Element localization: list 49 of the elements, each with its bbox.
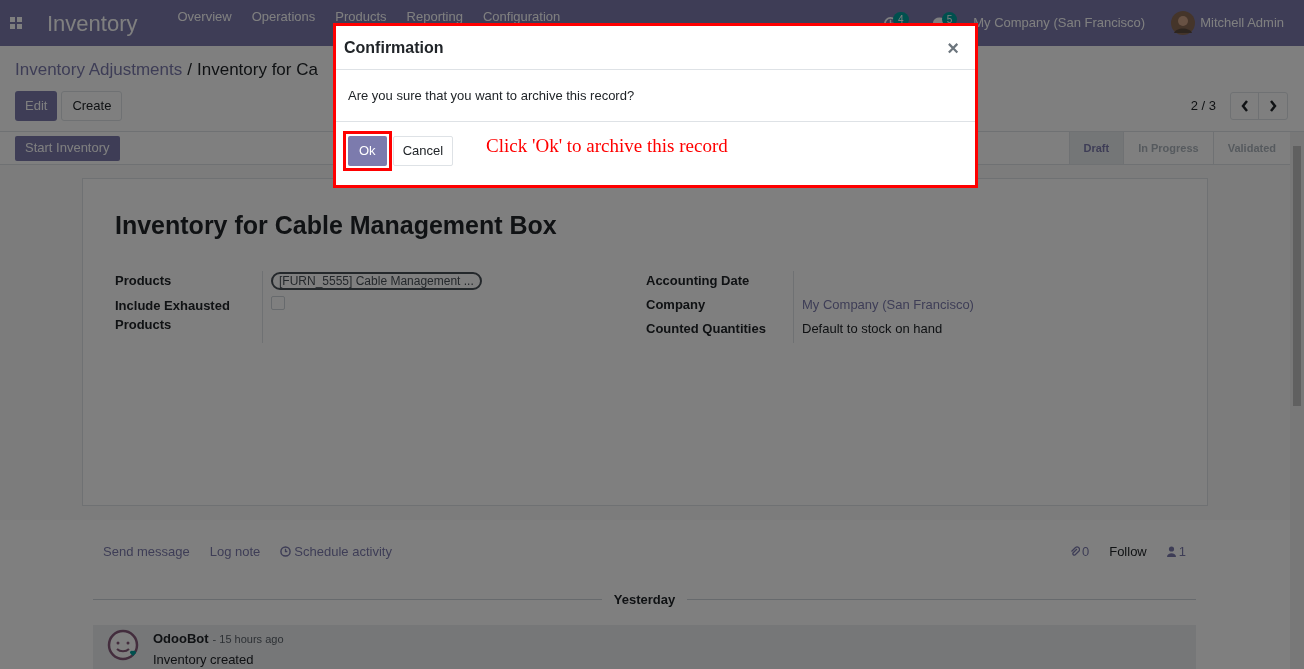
chatter-action[interactable]: Schedule activity bbox=[280, 542, 392, 562]
message-author: OdooBot bbox=[153, 630, 209, 648]
chatter-action[interactable]: Send message bbox=[103, 542, 190, 562]
field-label: Company bbox=[646, 295, 707, 314]
form-title: Inventory for Cable Management Box bbox=[115, 210, 558, 241]
user-name[interactable]: Mitchell Admin bbox=[1200, 13, 1284, 33]
ok-button[interactable]: Ok bbox=[348, 136, 387, 166]
create-button[interactable]: Create bbox=[61, 91, 123, 121]
message-time: - 15 hours ago bbox=[212, 632, 284, 647]
start-inventory-button[interactable]: Start Inventory bbox=[15, 135, 120, 161]
field-label: Products bbox=[115, 271, 173, 290]
app-name: Inventory bbox=[47, 9, 138, 38]
dialog-title: Confirmation bbox=[344, 37, 444, 58]
chatter-action[interactable]: Log note bbox=[209, 542, 261, 562]
message-body: Inventory created bbox=[153, 650, 255, 669]
dialog-message: Are you sure that you want to archive this record? bbox=[348, 86, 635, 105]
chevron-left-icon bbox=[1240, 100, 1249, 112]
breadcrumb-separator: / bbox=[187, 58, 192, 81]
date-separator: Yesterday bbox=[612, 590, 677, 609]
field-label: Accounting Date bbox=[646, 271, 751, 290]
user-icon[interactable] bbox=[1166, 546, 1176, 558]
company-link[interactable]: My Company (San Francisco) bbox=[802, 296, 974, 312]
menu-item[interactable]: Reporting bbox=[396, 7, 473, 27]
menu-item[interactable]: Overview bbox=[167, 7, 242, 27]
cancel-button[interactable]: Cancel bbox=[392, 136, 454, 166]
attachment-count: 0 bbox=[1081, 543, 1090, 561]
follow-button[interactable]: Follow bbox=[1109, 542, 1147, 562]
field-label: Include Exhausted Products bbox=[115, 296, 231, 334]
follower-count: 1 bbox=[1178, 543, 1186, 561]
menu-item[interactable]: Products bbox=[325, 7, 397, 27]
status-stage[interactable]: Draft bbox=[1068, 132, 1124, 164]
chevron-right-icon bbox=[1269, 100, 1277, 112]
annotation-text: Click 'Ok' to archive this record bbox=[486, 134, 728, 158]
edit-button[interactable]: Edit bbox=[15, 91, 58, 121]
apps-menu-icon[interactable] bbox=[10, 17, 22, 29]
menu-item[interactable]: Configuration bbox=[472, 7, 571, 27]
product-tag[interactable]: [FURN_5555] Cable Management ... bbox=[271, 271, 482, 290]
breadcrumb-item[interactable]: Inventory Adjustments bbox=[15, 56, 183, 83]
avatar bbox=[1171, 11, 1196, 35]
paperclip-icon[interactable] bbox=[1069, 546, 1080, 558]
bot-avatar-icon bbox=[107, 629, 139, 663]
pager-value: 2 / 3 bbox=[1190, 97, 1216, 116]
close-button[interactable]: × bbox=[939, 32, 967, 63]
exhausted-checkbox[interactable] bbox=[271, 295, 285, 310]
breadcrumb-item[interactable]: Inventory for Ca bbox=[197, 56, 318, 83]
menu-item[interactable]: Operations bbox=[241, 7, 326, 27]
clock-icon bbox=[280, 546, 292, 558]
field-value: Default to stock on hand bbox=[802, 320, 943, 336]
field-label: Counted Quantities bbox=[646, 319, 767, 338]
